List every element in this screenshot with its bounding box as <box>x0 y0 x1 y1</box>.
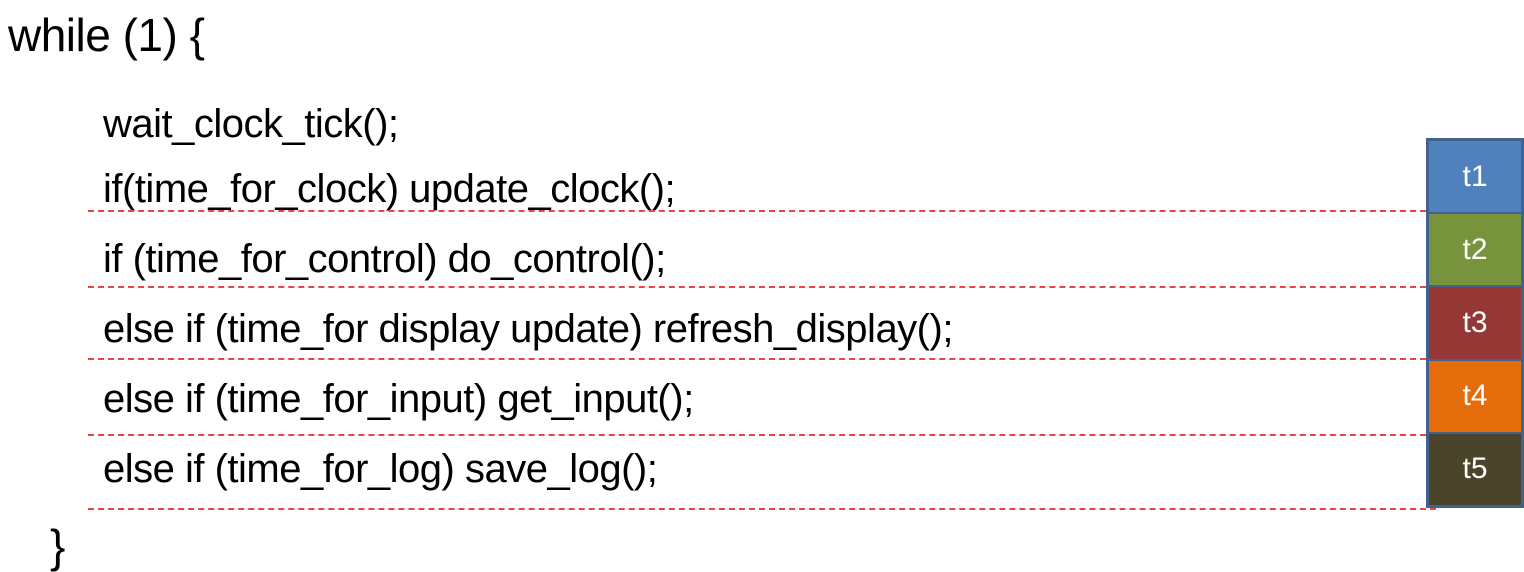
closing-brace: } <box>50 520 65 572</box>
slot-separator-4 <box>88 434 1436 436</box>
slot-separator-1 <box>88 210 1436 212</box>
slot-t5: t5 <box>1429 433 1521 506</box>
slot-t2: t2 <box>1429 214 1521 286</box>
slot-separator-3 <box>88 358 1436 360</box>
code-line-refresh-display: else if (time_for display update) refres… <box>103 307 953 351</box>
code-line-save-log: else if (time_for_log) save_log(); <box>103 447 658 491</box>
slot-separator-2 <box>88 286 1436 288</box>
code-line-wait-clock-tick: wait_clock_tick(); <box>103 102 399 146</box>
slot-separator-5 <box>88 508 1436 510</box>
time-slot-column: t1 t2 t3 t4 t5 <box>1426 138 1524 508</box>
slot-t1: t1 <box>1429 141 1521 213</box>
slot-t4: t4 <box>1429 360 1521 432</box>
code-line-get-input: else if (time_for_input) get_input(); <box>103 377 694 421</box>
slot-t3: t3 <box>1429 287 1521 359</box>
code-line-do-control: if (time_for_control) do_control(); <box>103 237 666 281</box>
while-statement: while (1) { <box>8 9 205 61</box>
code-line-update-clock: if(time_for_clock) update_clock(); <box>103 167 676 211</box>
